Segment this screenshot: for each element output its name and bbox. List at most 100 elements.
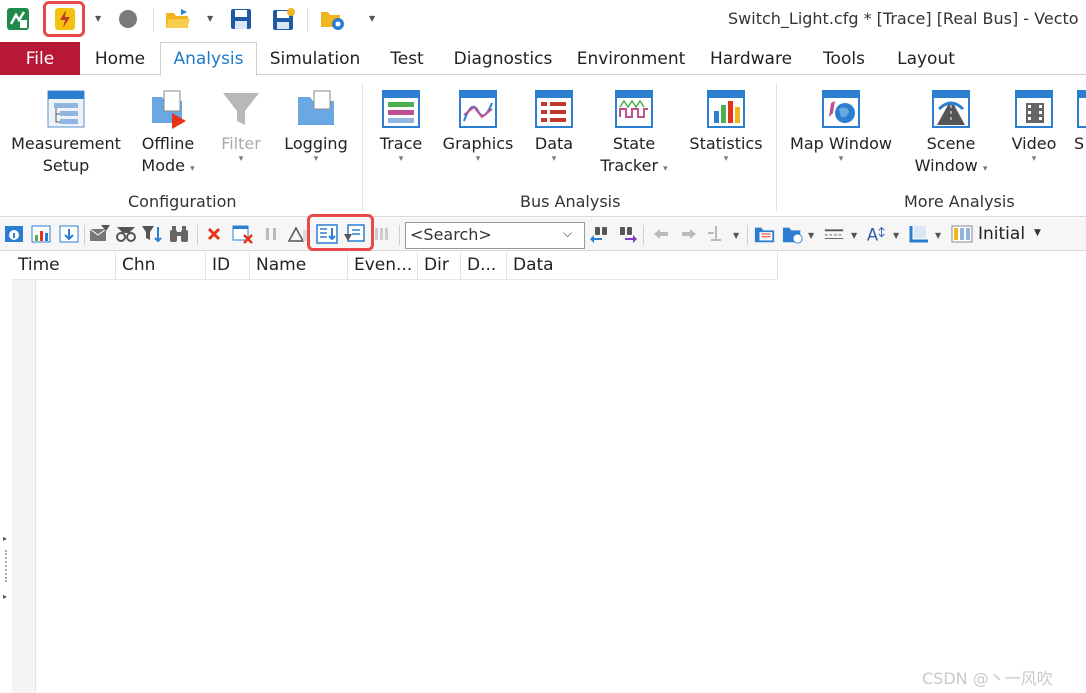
trace-button[interactable]: Trace ▾ [374,87,428,164]
trace-statistics-icon[interactable] [30,223,52,245]
expand-left-icon[interactable]: ▸ [3,534,7,543]
expand-left-icon-2[interactable]: ▸ [3,592,7,601]
trace-info-icon[interactable] [3,223,25,245]
splitter-grip-icon[interactable] [5,550,7,582]
find-next-icon[interactable] [616,223,638,245]
column-event-type[interactable]: Even... [348,252,418,280]
video-window-icon [1015,90,1053,128]
scroll-down-icon[interactable] [316,223,338,245]
scroll-filter-icon[interactable] [343,223,365,245]
clear-window-icon[interactable] [232,223,254,245]
tab-analysis[interactable]: Analysis [160,42,257,76]
filter-envelope-icon[interactable] [89,223,111,245]
clear-icon[interactable] [203,223,225,245]
filter-glasses-icon[interactable] [115,223,137,245]
trace-search-input[interactable]: <Search> [405,222,585,249]
statistics-dropdown-icon: ▾ [723,154,729,164]
save-icon[interactable] [228,5,254,33]
initial-view-label[interactable]: Initial [978,224,1025,244]
tab-layout[interactable]: Layout [890,42,962,75]
log-dropdown-icon[interactable]: ▼ [808,231,814,240]
pause-icon[interactable] [260,223,282,245]
tab-home[interactable]: Home [86,42,154,75]
statistics-window-icon [707,90,745,128]
data-window-icon [535,90,573,128]
logging-dropdown-icon: ▾ [313,154,319,164]
tab-simulation[interactable]: Simulation [262,42,368,75]
scene-window-label-2: Window ▾ [914,156,988,175]
navigate-forward-icon[interactable] [678,223,700,245]
search-dropdown-chevron-icon[interactable]: ⌵ [563,226,572,241]
column-chn[interactable]: Chn [116,252,206,280]
graphics-dropdown-icon: ▾ [475,154,481,164]
find-binoculars-icon[interactable] [168,223,190,245]
column-data[interactable]: Data [507,252,778,280]
delta-time-icon[interactable] [287,223,309,245]
column-id[interactable]: ID [206,252,250,280]
stop-measurement-icon[interactable] [115,5,141,33]
offline-mode-icon [152,90,186,129]
trace-row-gutter [12,280,36,693]
column-dir[interactable]: Dir [418,252,461,280]
statistics-label: Statistics [689,134,763,153]
open-dropdown-icon[interactable]: ▼ [207,14,213,23]
column-time[interactable]: Time [12,252,116,280]
font-size-icon[interactable]: A [866,223,888,245]
offline-mode-label-1: Offline [141,134,195,153]
graphics-button[interactable]: Graphics ▾ [440,87,516,164]
initial-view-dropdown-icon[interactable]: ▼ [1034,228,1041,238]
state-tracker-label-2: Tracker ▾ [600,156,668,175]
line-style-dropdown-icon[interactable]: ▼ [851,231,857,240]
map-window-button[interactable]: Map Window ▾ [786,87,896,164]
navigate-back-icon[interactable] [650,223,672,245]
jump-dropdown-icon[interactable]: ▼ [733,231,739,240]
tab-environment[interactable]: Environment [572,42,690,75]
column-dlc[interactable]: D... [461,252,507,280]
side-panel-handle[interactable]: ▸ ▸ [0,252,12,693]
save-as-icon[interactable] [271,5,297,33]
measurement-setup-button[interactable]: Measurement Setup [10,87,122,177]
initial-view-icon[interactable] [951,223,973,245]
state-tracker-button[interactable]: State Tracker ▾ [594,87,674,180]
map-window-label: Map Window [790,134,892,153]
group-label-configuration: Configuration [128,192,237,211]
filter-funnel-icon [223,93,259,125]
column-name[interactable]: Name [250,252,348,280]
offline-mode-button[interactable]: Offline Mode ▾ [132,87,204,180]
logging-button[interactable]: Logging ▾ [280,87,352,164]
trace-label: Trace [379,134,423,153]
tab-hardware[interactable]: Hardware [706,42,796,75]
measurement-setup-icon [47,90,85,128]
customize-quick-access-icon[interactable]: ▼ [369,14,375,23]
layout-corner-icon[interactable] [908,223,930,245]
jump-marker-icon[interactable] [705,223,727,245]
video-label: Video [1011,134,1057,153]
tab-diagnostics[interactable]: Diagnostics [450,42,556,75]
open-log-icon[interactable] [754,223,776,245]
open-config-icon[interactable] [165,5,191,33]
filter-button[interactable]: Filter ▾ [214,87,268,164]
font-size-dropdown-icon[interactable]: ▼ [893,231,899,240]
filter-sort-icon[interactable] [141,223,163,245]
tab-tools[interactable]: Tools [814,42,874,75]
save-log-icon[interactable] [782,223,804,245]
trace-export-icon[interactable] [58,223,80,245]
measurement-setup-label-2: Setup [42,156,90,175]
filter-dropdown-icon: ▾ [238,154,244,164]
new-config-icon[interactable] [320,5,346,33]
column-layout-icon[interactable] [372,223,394,245]
scene-window-button[interactable]: Scene Window ▾ [908,87,994,180]
more-analysis-cut-button[interactable]: S [1074,87,1086,155]
video-button[interactable]: Video ▾ [1006,87,1062,164]
tab-file[interactable]: File [0,42,80,75]
layout-dropdown-icon[interactable]: ▼ [935,231,941,240]
find-previous-icon[interactable] [589,223,611,245]
start-dropdown-icon[interactable]: ▼ [95,14,101,23]
data-button[interactable]: Data ▾ [528,87,580,164]
header-divider [777,252,778,280]
tab-test[interactable]: Test [380,42,434,75]
trace-column-header: Time Chn ID Name Even... Dir D... Data [12,252,778,280]
line-style-icon[interactable] [823,223,845,245]
app-logo-icon[interactable] [5,5,31,33]
statistics-button[interactable]: Statistics ▾ [688,87,764,164]
